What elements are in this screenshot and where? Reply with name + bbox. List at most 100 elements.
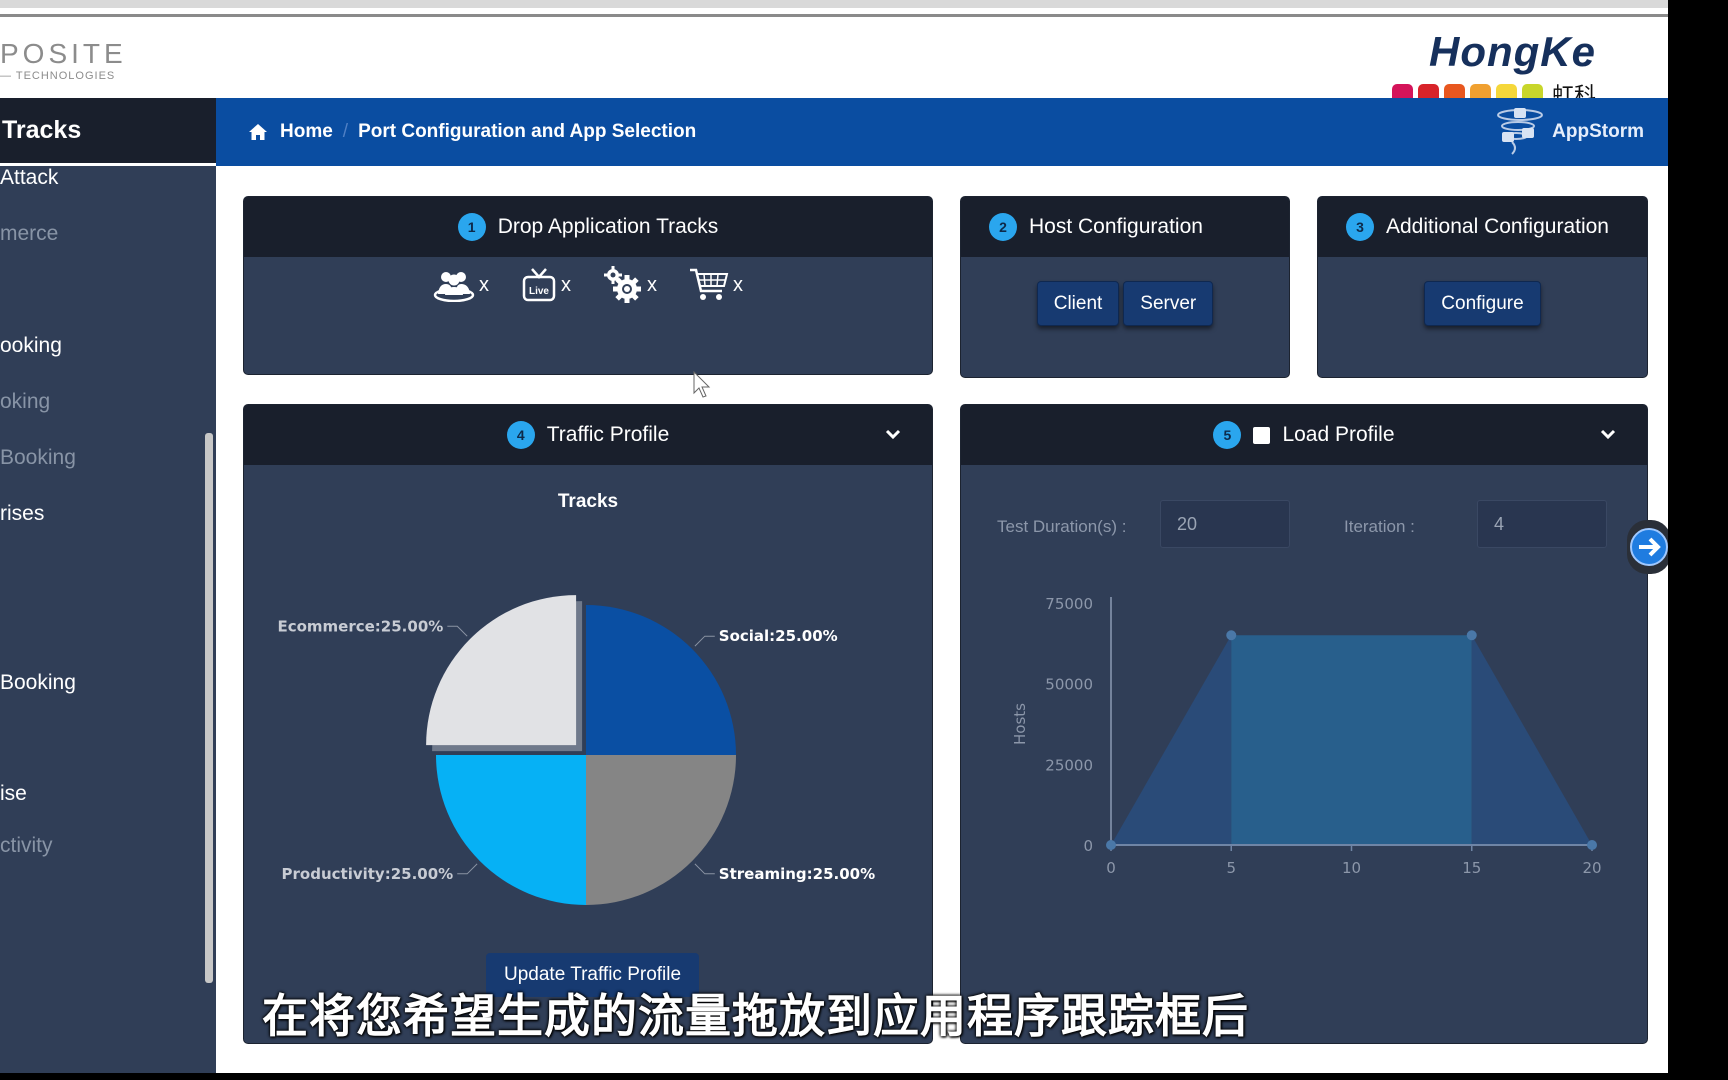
traffic-pie-chart: Social:25.00% Streaming:25.00% Productivit… [277, 595, 875, 905]
track-productivity[interactable]: x [603, 265, 657, 305]
track-ecommerce[interactable]: x [689, 265, 743, 305]
load-profile-chart: 025000500007500005101520Time(Sec)Hosts [1011, 595, 1602, 877]
additional-config-header: 3 Additional Configuration [1318, 197, 1647, 257]
breadcrumb-separator: / [342, 121, 349, 142]
client-button[interactable]: Client [1036, 281, 1120, 326]
pie-leader-line [447, 625, 468, 637]
load-point[interactable] [1106, 840, 1116, 850]
svg-text:Live: Live [529, 286, 549, 297]
server-button[interactable]: Server [1123, 281, 1214, 326]
sidebar-item[interactable]: Attack [0, 166, 58, 190]
sidebar-scrollbar[interactable] [205, 433, 213, 983]
sidebar-item[interactable]: ctivity [0, 834, 53, 858]
sidebar-item[interactable]: Booking [0, 446, 76, 470]
pie-leader-line [694, 635, 715, 647]
right-black-strip [1668, 0, 1728, 1080]
load-point[interactable] [1226, 630, 1237, 641]
sidebar-item[interactable]: merce [0, 222, 58, 246]
sidebar-item[interactable]: ise [0, 782, 27, 806]
pie-slice-social[interactable] [586, 605, 736, 755]
step-badge: 5 [1213, 421, 1242, 449]
pie-slice-streaming[interactable] [586, 755, 736, 905]
bottom-black-bar [0, 1073, 1728, 1080]
remove-track-button[interactable]: x [733, 274, 743, 297]
company-logo-text: POSITE [0, 38, 127, 69]
pie-slice-productivity[interactable] [436, 755, 586, 905]
load-area-segment [1111, 635, 1232, 845]
mouse-cursor-icon [693, 371, 711, 398]
gears-icon [604, 266, 641, 303]
appstorm-tornado-icon [1497, 108, 1544, 155]
chevron-down-icon[interactable] [884, 425, 902, 443]
track-social[interactable]: x [433, 265, 489, 305]
top-divider [0, 14, 1668, 17]
pie-label: Ecommerce:25.00% [277, 617, 443, 635]
drop-tracks-panel: 1 Drop Application Tracks x Live x x x [244, 197, 932, 374]
remove-track-button[interactable]: x [647, 274, 657, 297]
load-point[interactable] [1587, 840, 1597, 850]
host-config-header: 2 Host Configuration [961, 197, 1289, 257]
y-tick-label: 0 [1083, 837, 1093, 855]
hongke-brand: HongKe [1429, 28, 1596, 75]
remove-track-button[interactable]: x [561, 274, 571, 297]
pie-label: Social:25.00% [719, 627, 838, 645]
breadcrumb-home[interactable]: Home [280, 121, 333, 143]
y-tick-label: 50000 [1045, 676, 1093, 694]
y-tick-label: 25000 [1045, 756, 1093, 774]
shopping-cart-icon [690, 268, 729, 300]
sidebar-item[interactable]: oking [0, 390, 50, 414]
drop-tracks-header: 1 Drop Application Tracks [244, 197, 932, 257]
iteration-input[interactable]: 4 [1477, 500, 1607, 548]
drop-tracks-title: Drop Application Tracks [497, 215, 719, 238]
load-area-segment [1231, 635, 1472, 845]
x-tick-label: 5 [1226, 859, 1236, 877]
y-tick-label: 75000 [1045, 595, 1093, 613]
traffic-profile-panel: 4 Traffic Profile Tracks Social:25.00% St… [244, 405, 932, 1043]
company-logo-subtext: — TECHNOLOGIES [0, 70, 116, 82]
load-profile-panel: 5 Load Profile Test Duration(s) : 20 Ite… [961, 405, 1647, 1043]
additional-config-title: Additional Configuration [1386, 215, 1609, 238]
top-header: POSITE — TECHNOLOGIES HongKe 虹科 [0, 0, 1668, 108]
live-tv-icon: Live [522, 268, 556, 302]
pie-label: Productivity:25.00% [282, 865, 454, 883]
pie-leader-line [694, 863, 715, 875]
video-subtitle: 在将您希望生成的流量拖放到应用程序跟踪框后 [262, 990, 1249, 1042]
load-profile-title: Load Profile [1282, 423, 1395, 446]
sidebar-item[interactable]: ooking [0, 334, 62, 358]
load-point[interactable] [1466, 630, 1477, 641]
y-axis-label: Hosts [1011, 703, 1029, 745]
pie-leader-line [457, 863, 478, 875]
tracks-drop-zone[interactable]: x Live x x x [244, 257, 932, 305]
step-badge: 1 [457, 213, 486, 241]
x-tick-label: 10 [1342, 859, 1361, 877]
traffic-profile-header[interactable]: 4 Traffic Profile [244, 405, 932, 465]
appstorm-label: AppStorm [1552, 121, 1644, 142]
social-users-icon [433, 272, 475, 302]
x-tick-label: 0 [1106, 859, 1116, 877]
load-profile-header[interactable]: 5 Load Profile [961, 405, 1647, 465]
appstorm-logo: AppStorm [1492, 106, 1644, 158]
step-badge: 2 [989, 213, 1017, 241]
home-icon[interactable] [248, 123, 268, 141]
sidebar-item[interactable]: rises [0, 502, 44, 526]
step-badge: 3 [1346, 213, 1374, 241]
remove-track-button[interactable]: x [479, 274, 489, 297]
load-area-segment [1471, 635, 1592, 845]
test-duration-input[interactable]: 20 [1160, 500, 1290, 548]
sidebar-title: Tracks [2, 116, 82, 144]
sidebar-item[interactable]: Booking [0, 671, 76, 695]
pie-slice-ecommerce[interactable] [426, 595, 577, 746]
configure-button[interactable]: Configure [1424, 281, 1541, 326]
sidebar-header: Tracks [0, 98, 216, 166]
track-streaming[interactable]: Live x [521, 265, 571, 305]
next-arrow-button[interactable] [1627, 520, 1671, 574]
chevron-down-icon[interactable] [1599, 425, 1617, 443]
company-logo: POSITE — TECHNOLOGIES [0, 38, 127, 82]
load-profile-checkbox[interactable] [1253, 426, 1271, 444]
pie-label: Streaming:25.00% [719, 865, 875, 883]
x-tick-label: 15 [1462, 859, 1481, 877]
additional-config-panel: 3 Additional Configuration Configure [1318, 197, 1647, 377]
sidebar: Tracks Attack merce ooking oking Booking rise… [0, 98, 216, 1073]
host-config-panel: 2 Host Configuration Client Server [961, 197, 1289, 377]
x-tick-label: 20 [1582, 859, 1601, 877]
